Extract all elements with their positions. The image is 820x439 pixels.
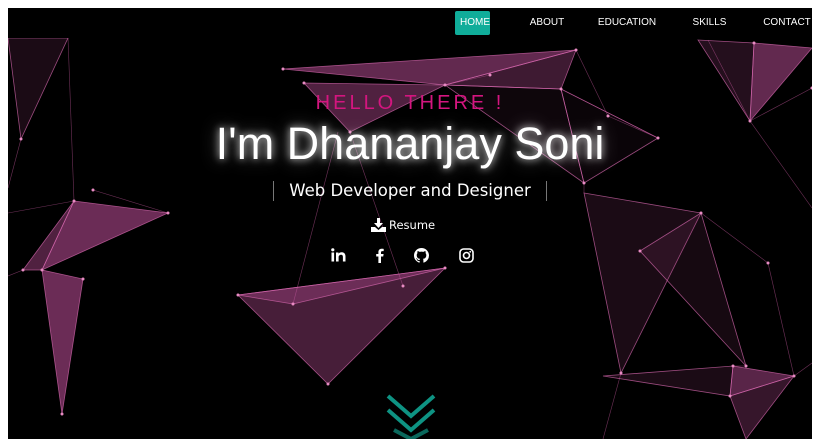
nav-contact[interactable]: CONTACT <box>757 11 812 35</box>
chevron-double-down-icon[interactable] <box>386 392 436 439</box>
page-frame: HOME ABOUT EDUCATION SKILLS CONTACT HELL… <box>8 8 812 439</box>
hero-greeting: HELLO THERE ! <box>315 92 505 114</box>
hero-subtitle: Web Developer and Designer <box>289 181 531 200</box>
resume-download-link[interactable]: Resume <box>371 216 435 234</box>
hero-name: I'm Dhananjay Soni <box>215 118 605 169</box>
nav-home[interactable]: HOME <box>455 11 490 35</box>
hero-section: HELLO THERE ! I'm Dhananjay Soni Web Dev… <box>8 8 812 439</box>
instagram-icon[interactable] <box>457 246 475 264</box>
resume-label: Resume <box>389 218 436 232</box>
nav-skills[interactable]: SKILLS <box>686 11 733 35</box>
nav-about[interactable]: ABOUT <box>522 11 572 35</box>
top-navbar: HOME ABOUT EDUCATION SKILLS CONTACT <box>8 8 812 38</box>
subtitle-right-divider <box>545 180 547 201</box>
nav-education[interactable]: EDUCATION <box>592 11 662 35</box>
github-icon[interactable] <box>412 246 430 264</box>
linkedin-icon[interactable] <box>329 246 347 264</box>
facebook-icon[interactable] <box>370 246 388 264</box>
hero-subtitle-row: Web Developer and Designer <box>8 180 812 201</box>
subtitle-left-divider <box>273 180 275 201</box>
download-icon <box>371 218 389 232</box>
social-links <box>8 246 812 266</box>
